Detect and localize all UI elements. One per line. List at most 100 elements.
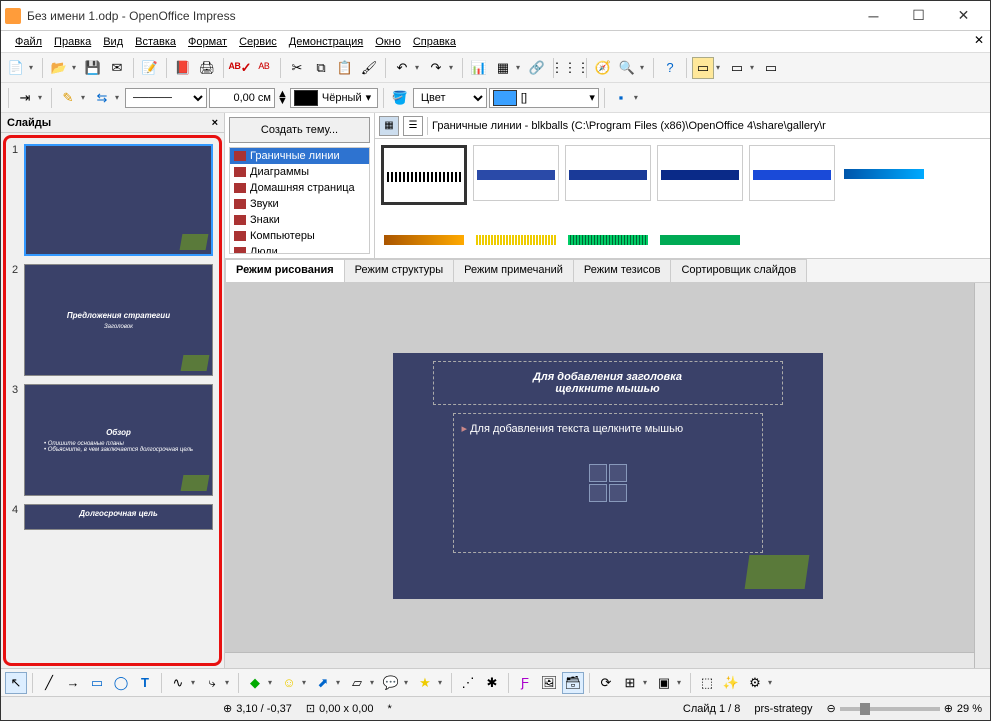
gallery-item[interactable]: [473, 145, 559, 201]
gallery-category-item[interactable]: Звуки: [230, 196, 369, 212]
menu-file[interactable]: Файл: [9, 33, 48, 51]
export-pdf-icon[interactable]: 📕: [172, 57, 194, 79]
menu-window[interactable]: Окно: [369, 33, 407, 51]
arrange-dd[interactable]: ▾: [677, 678, 685, 687]
gallery-category-item[interactable]: Граничные линии: [230, 148, 369, 164]
slide-master-icon[interactable]: ▭: [760, 57, 782, 79]
hyperlink-icon[interactable]: 🔗: [526, 57, 548, 79]
symbols-dd[interactable]: ▾: [302, 678, 310, 687]
redo-icon[interactable]: ↷: [425, 57, 447, 79]
maximize-button[interactable]: ☐: [896, 2, 941, 30]
menu-format[interactable]: Формат: [182, 33, 233, 51]
help-icon[interactable]: ?: [659, 57, 681, 79]
points-tool-icon[interactable]: ⋰: [457, 672, 479, 694]
slide-item[interactable]: 1: [12, 144, 213, 256]
new-doc-icon[interactable]: 📄: [5, 57, 27, 79]
tab-notes[interactable]: Режим примечаний: [453, 259, 574, 282]
view-list-button[interactable]: ☰: [403, 116, 423, 136]
gallery-item[interactable]: [381, 145, 467, 205]
text-tool-icon[interactable]: T: [134, 672, 156, 694]
format-paintbrush-icon[interactable]: 🖌: [358, 57, 380, 79]
arrow-tool-icon[interactable]: →: [62, 672, 84, 694]
callouts-icon[interactable]: 💬: [380, 672, 402, 694]
arrow-style-icon[interactable]: ⇥: [14, 87, 36, 109]
interaction-icon[interactable]: ⚙: [744, 672, 766, 694]
zoom-icon[interactable]: 🔍: [616, 57, 638, 79]
slide-canvas[interactable]: Для добавления заголовка щелкните мышью …: [393, 353, 823, 599]
insert-image-icon[interactable]: [589, 484, 607, 502]
view-icons-button[interactable]: ▦: [379, 116, 399, 136]
stars-icon[interactable]: ★: [414, 672, 436, 694]
fill-type-select[interactable]: Цвет: [413, 88, 487, 108]
shapes-dd[interactable]: ▾: [268, 678, 276, 687]
gallery-item[interactable]: [473, 211, 559, 258]
fill-color-select[interactable]: [] ▾: [489, 88, 599, 108]
new-doc-dropdown[interactable]: ▾: [29, 63, 37, 72]
ellipse-tool-icon[interactable]: ◯: [110, 672, 132, 694]
menu-insert[interactable]: Вставка: [129, 33, 182, 51]
curve-dd[interactable]: ▾: [191, 678, 199, 687]
flow-dd[interactable]: ▾: [370, 678, 378, 687]
fill-bucket-icon[interactable]: 🪣: [389, 87, 411, 109]
gallery-item[interactable]: [657, 145, 743, 201]
print-icon[interactable]: 🖨: [196, 57, 218, 79]
gallery-category-item[interactable]: Диаграммы: [230, 164, 369, 180]
gallery-item[interactable]: [657, 211, 743, 258]
tab-outline[interactable]: Режим структуры: [344, 259, 455, 282]
save-icon[interactable]: 💾: [82, 57, 104, 79]
symbol-shapes-icon[interactable]: ☺: [278, 672, 300, 694]
undo-icon[interactable]: ↶: [391, 57, 413, 79]
glue-points-icon[interactable]: ✱: [481, 672, 503, 694]
tab-drawing[interactable]: Режим рисования: [225, 259, 345, 282]
menu-slideshow[interactable]: Демонстрация: [283, 33, 370, 51]
edit-icon[interactable]: 📝: [139, 57, 161, 79]
from-file-icon[interactable]: 🖼: [538, 672, 560, 694]
block-arrows-icon[interactable]: ⬈: [312, 672, 334, 694]
tab-handout[interactable]: Режим тезисов: [573, 259, 672, 282]
line-end-icon[interactable]: ⇆: [91, 87, 113, 109]
arrows-dd[interactable]: ▾: [336, 678, 344, 687]
table-icon[interactable]: ▦: [492, 57, 514, 79]
line-tool-icon[interactable]: ╱: [38, 672, 60, 694]
menu-view[interactable]: Вид: [97, 33, 129, 51]
doc-close-icon[interactable]: ✕: [974, 33, 984, 47]
gallery-item[interactable]: [565, 145, 651, 201]
curve-tool-icon[interactable]: ∿: [167, 672, 189, 694]
undo-dropdown[interactable]: ▾: [415, 63, 423, 72]
chart-icon[interactable]: 📊: [468, 57, 490, 79]
navigator-icon[interactable]: 🧭: [592, 57, 614, 79]
gallery-items[interactable]: [375, 139, 990, 258]
insert-table-icon[interactable]: [589, 464, 607, 482]
slide-design-icon[interactable]: ▭: [726, 57, 748, 79]
shadow-icon[interactable]: ▪: [610, 87, 632, 109]
minimize-button[interactable]: ─: [851, 2, 896, 30]
line-style-icon[interactable]: ✎: [57, 87, 79, 109]
slide-layout-icon[interactable]: ▭: [692, 57, 714, 79]
arrange-icon[interactable]: ▣: [653, 672, 675, 694]
menu-tools[interactable]: Сервис: [233, 33, 283, 51]
zoom-value[interactable]: 29 %: [957, 703, 982, 715]
slides-panel-close-icon[interactable]: ×: [212, 117, 218, 129]
copy-icon[interactable]: ⧉: [310, 57, 332, 79]
linestyle-dd[interactable]: ▾: [81, 93, 89, 102]
slide-thumbnail[interactable]: [24, 144, 213, 256]
arrow-dd[interactable]: ▾: [38, 93, 46, 102]
open-icon[interactable]: 📂: [48, 57, 70, 79]
open-dropdown[interactable]: ▾: [72, 63, 80, 72]
insert-movie-icon[interactable]: [609, 484, 627, 502]
menu-edit[interactable]: Правка: [48, 33, 97, 51]
gallery-category-item[interactable]: Знаки: [230, 212, 369, 228]
slide-thumbnail[interactable]: Обзор • Опишите основные планы • Объясни…: [24, 384, 213, 496]
fontwork-icon[interactable]: Ƒ: [514, 672, 536, 694]
autospell-icon[interactable]: ᴬᴮ: [253, 57, 275, 79]
line-color-select[interactable]: Чёрный ▾: [290, 88, 378, 108]
callout-dd[interactable]: ▾: [404, 678, 412, 687]
gallery-icon[interactable]: 🗃: [562, 672, 584, 694]
vertical-scrollbar[interactable]: [974, 283, 990, 668]
rotate-icon[interactable]: ⟳: [595, 672, 617, 694]
email-icon[interactable]: ✉: [106, 57, 128, 79]
title-placeholder[interactable]: Для добавления заголовка щелкните мышью: [433, 361, 783, 405]
gallery-item[interactable]: [565, 211, 651, 258]
extrusion-icon[interactable]: ⬚: [696, 672, 718, 694]
create-theme-button[interactable]: Создать тему...: [229, 117, 370, 143]
